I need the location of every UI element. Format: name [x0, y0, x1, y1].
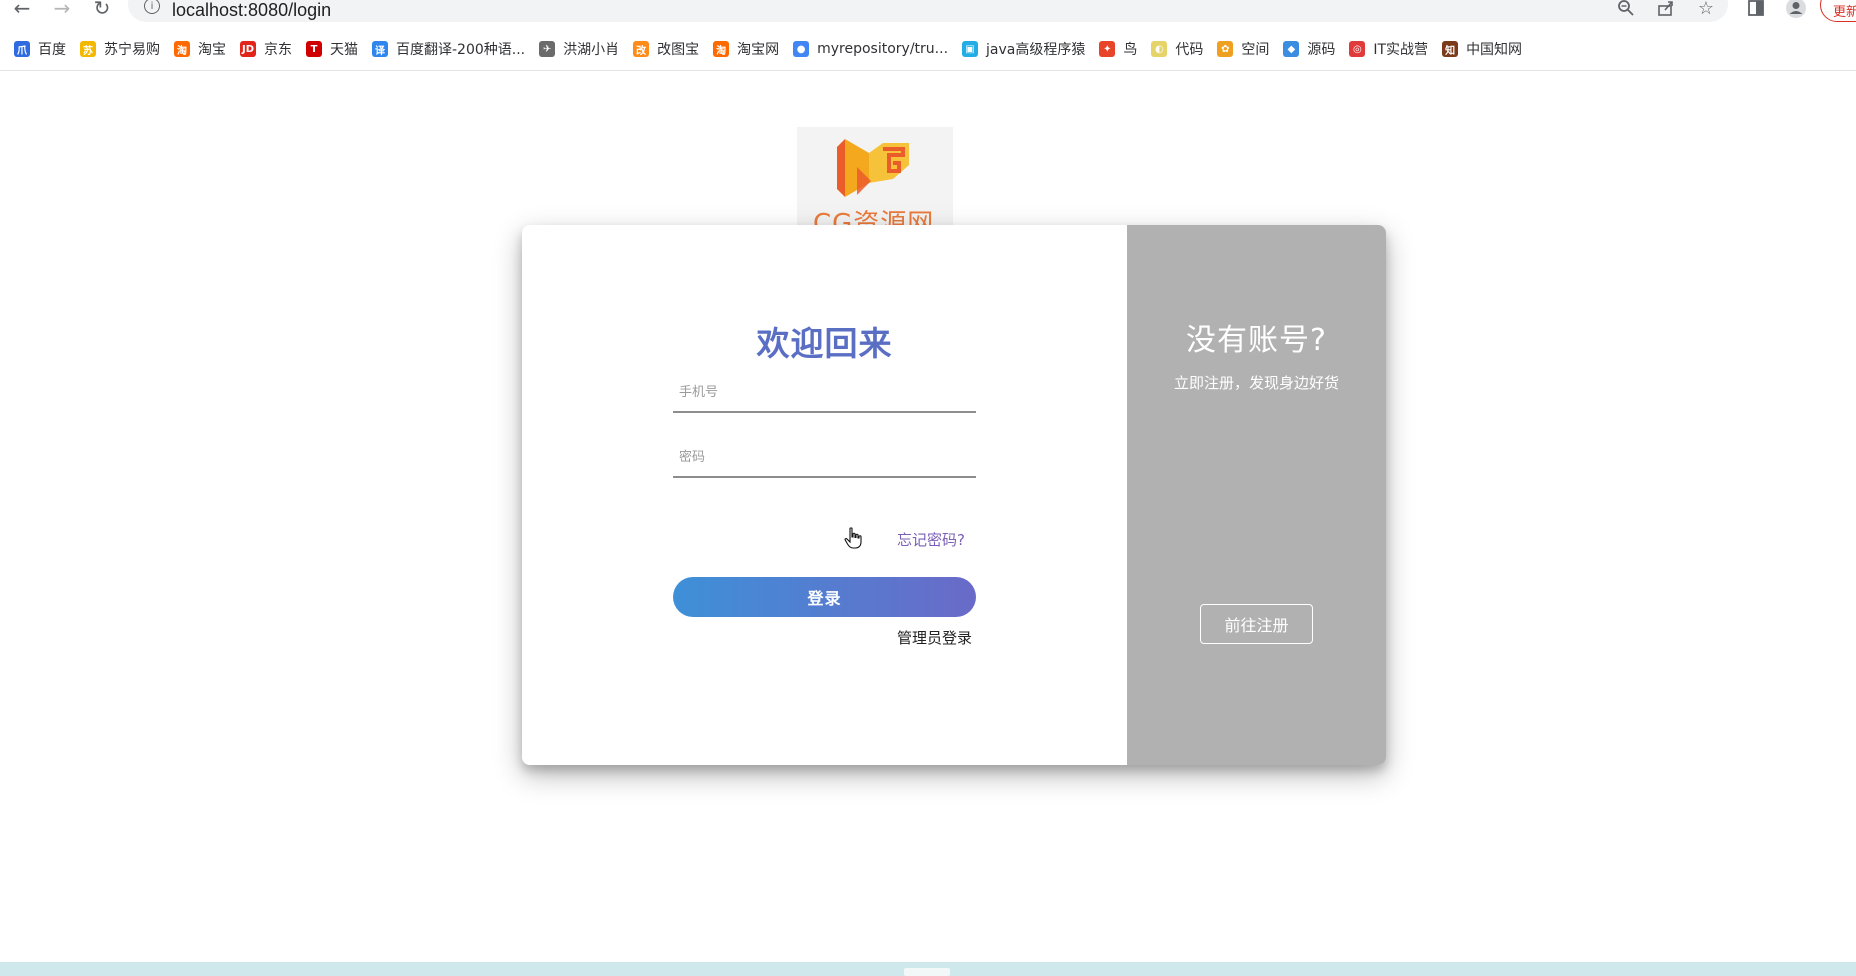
bookmark-item[interactable]: ◆ 源码: [1283, 39, 1335, 59]
bookmark-label: 淘宝: [198, 42, 226, 58]
taobao-icon: 淘: [174, 41, 190, 57]
bookmark-item[interactable]: 改改图宝: [633, 39, 699, 59]
admin-login-link[interactable]: 管理员登录: [897, 627, 972, 648]
back-icon[interactable]: ←: [8, 0, 36, 22]
address-bar[interactable]: i localhost:8080/login: [128, 0, 1728, 22]
bottom-handle: [904, 968, 950, 976]
gaitubao-icon: 改: [633, 41, 650, 57]
bird-icon: ✦: [1099, 41, 1116, 57]
login-button[interactable]: 登录: [673, 577, 976, 617]
hand-cursor-icon: [844, 527, 862, 549]
tmall-icon: T: [306, 41, 322, 57]
taobao-icon: 淘: [713, 41, 730, 57]
bookmark-label: 改图宝: [657, 42, 700, 58]
login-card: 欢迎回来 忘记密码? 登录 管理员登录 没有账号? 立即注册，发现身边好货 前往…: [522, 225, 1386, 765]
share-icon[interactable]: [1654, 0, 1678, 20]
bookmark-label: 京东: [264, 42, 292, 58]
bookmark-label: 洪湖小肖: [563, 42, 620, 58]
bookmark-item[interactable]: 淘淘宝: [174, 39, 226, 59]
bookmark-item[interactable]: ▣ java高级程序猿: [962, 39, 1085, 59]
update-button[interactable]: 更新: [1820, 0, 1856, 22]
form-title: 欢迎回来: [756, 324, 893, 363]
profile-avatar-icon[interactable]: [1784, 0, 1808, 20]
jd-icon: JD: [240, 41, 256, 57]
logo-mark-icon: [837, 139, 909, 197]
password-input[interactable]: [673, 438, 976, 478]
bookmark-item[interactable]: ✈ 洪湖小肖: [539, 39, 619, 59]
go-register-button[interactable]: 前往注册: [1200, 604, 1313, 644]
browser-chrome: ← → ↻ i localhost:8080/login ☆ 更新 爪百度苏苏宁…: [0, 0, 1856, 71]
bookmark-item[interactable]: 淘淘宝网: [713, 39, 779, 59]
bookmark-item[interactable]: 苏苏宁易购: [80, 39, 160, 59]
bookmark-item[interactable]: JD 京东: [240, 39, 292, 59]
phone-input[interactable]: [673, 373, 976, 413]
bookmark-item[interactable]: ✿ 空间: [1217, 39, 1269, 59]
bird-icon: ✈: [539, 41, 556, 57]
bookmark-label: 空间: [1241, 42, 1270, 58]
forgot-password-link[interactable]: 忘记密码?: [897, 529, 965, 550]
bookmark-label: 百度翻译-200种语...: [396, 42, 526, 58]
bookmark-label: 天猫: [330, 42, 358, 58]
bilibili-icon: ▣: [962, 41, 979, 57]
fish-icon: ◆: [1283, 41, 1300, 57]
url-text[interactable]: localhost:8080/login: [172, 0, 331, 21]
register-panel-title: 没有账号?: [1186, 323, 1327, 358]
bookmark-item[interactable]: T 天猫: [306, 39, 358, 59]
logo-text: CG资源网: [813, 209, 935, 227]
login-form: 欢迎回来 忘记密码? 登录 管理员登录: [522, 225, 1127, 765]
bookmark-label: 源码: [1307, 42, 1336, 58]
chrome-icon: ●: [793, 41, 810, 57]
bookmark-item[interactable]: ◐ 代码: [1151, 39, 1203, 59]
suning-icon: 苏: [80, 41, 96, 57]
translate-icon: 译: [372, 41, 388, 57]
side-panel-icon[interactable]: [1744, 0, 1768, 20]
forward-icon[interactable]: →: [48, 0, 76, 22]
bookmark-item[interactable]: ✦ 鸟: [1099, 39, 1137, 59]
register-panel-subtitle: 立即注册，发现身边好货: [1173, 374, 1339, 392]
register-panel: 没有账号? 立即注册，发现身边好货 前往注册: [1127, 225, 1386, 765]
bookmark-label: java高级程序猿: [986, 42, 1086, 58]
bookmark-star-icon[interactable]: ☆: [1694, 0, 1718, 20]
cnki-icon: 知: [1442, 41, 1459, 57]
bookmark-label: 中国知网: [1466, 42, 1523, 58]
it-icon: ◎: [1349, 41, 1366, 57]
zoom-icon[interactable]: [1614, 0, 1638, 20]
moon-icon: ◐: [1151, 41, 1168, 57]
baidu-paw-icon: 爪: [14, 41, 30, 57]
reload-icon[interactable]: ↻: [88, 0, 116, 22]
bookmark-label: 苏宁易购: [104, 42, 160, 58]
bookmark-item[interactable]: 爪百度: [14, 39, 66, 59]
bookmark-label: myrepository/tru...: [817, 41, 949, 57]
bookmark-item[interactable]: ◎ IT实战营: [1349, 39, 1428, 59]
bookmark-label: IT实战营: [1373, 42, 1429, 58]
bookmark-label: 淘宝网: [737, 42, 780, 58]
bookmark-label: 代码: [1175, 42, 1204, 58]
bookmark-item[interactable]: 知中国知网: [1442, 39, 1522, 59]
bookmark-item[interactable]: ● myrepository/tru...: [793, 41, 948, 57]
site-logo: CG资源网: [797, 127, 953, 227]
site-info-icon[interactable]: i: [144, 0, 160, 14]
bookmarks-bar: 爪百度苏苏宁易购淘淘宝 JD 京东 T 天猫译百度翻译-200种语... ✈ 洪湖小肖改改图…: [0, 36, 1522, 62]
bookmark-item[interactable]: 译百度翻译-200种语...: [372, 39, 525, 59]
bookmark-label: 百度: [38, 42, 66, 58]
qzone-icon: ✿: [1217, 41, 1234, 57]
bookmark-label: 鸟: [1123, 42, 1138, 58]
